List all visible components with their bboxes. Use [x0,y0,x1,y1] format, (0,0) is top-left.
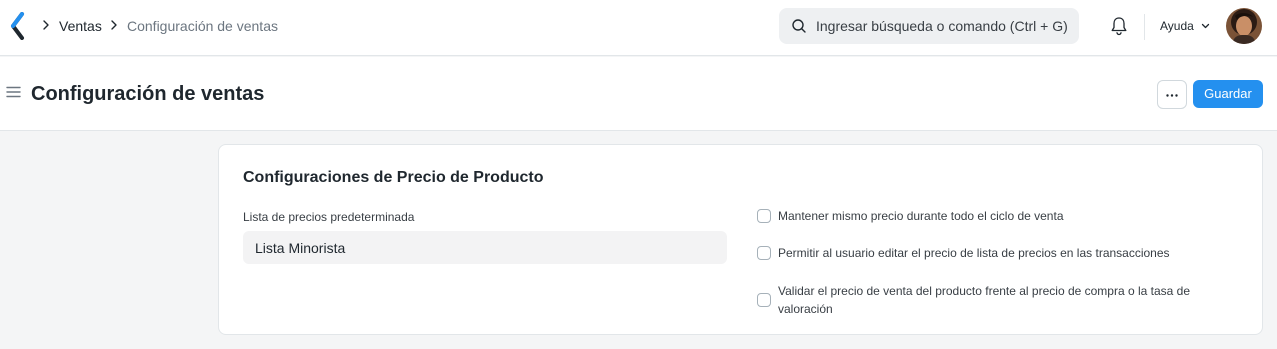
chevron-right-icon [43,20,49,30]
price-list-label: Lista de precios predeterminada [243,210,415,224]
more-button[interactable] [1157,80,1187,109]
search-input[interactable]: Ingresar búsqueda o comando (Ctrl + G) [779,8,1079,44]
save-button[interactable]: Guardar [1193,80,1263,108]
search-icon [792,19,806,33]
breadcrumb-current[interactable]: Configuración de ventas [127,17,278,35]
chevron-down-icon[interactable] [1201,22,1210,30]
check-label: Permitir al usuario editar el precio de … [778,246,1170,260]
search-placeholder: Ingresar búsqueda o comando (Ctrl + G) [816,18,1068,34]
page-header: Configuración de ventas Guardar [0,57,1277,131]
help-menu[interactable]: Ayuda [1160,18,1194,34]
chevron-right-icon [111,20,117,30]
bell-icon[interactable] [1110,16,1128,36]
checkbox[interactable] [757,246,771,260]
check-label: Validar el precio de venta del producto … [778,284,1191,316]
section-title: Configuraciones de Precio de Producto [243,169,544,186]
settings-card: Configuraciones de Precio de Producto Li… [218,144,1263,335]
price-list-field[interactable]: Lista Minorista [243,231,727,264]
page-title: Configuración de ventas [31,83,265,105]
price-list-value: Lista Minorista [255,240,346,256]
menu-icon[interactable] [6,86,21,98]
breadcrumb-ventas[interactable]: Ventas [59,17,102,35]
checkbox[interactable] [757,209,771,223]
user-avatar[interactable] [1226,8,1262,44]
top-navbar: Ventas Configuración de ventas Ingresar … [0,0,1277,56]
navbar-divider [1144,14,1145,40]
check-label: Mantener mismo precio durante todo el ci… [778,209,1064,223]
more-icon [1166,94,1178,97]
app-logo-icon[interactable] [9,12,25,40]
checkbox[interactable] [757,293,771,307]
